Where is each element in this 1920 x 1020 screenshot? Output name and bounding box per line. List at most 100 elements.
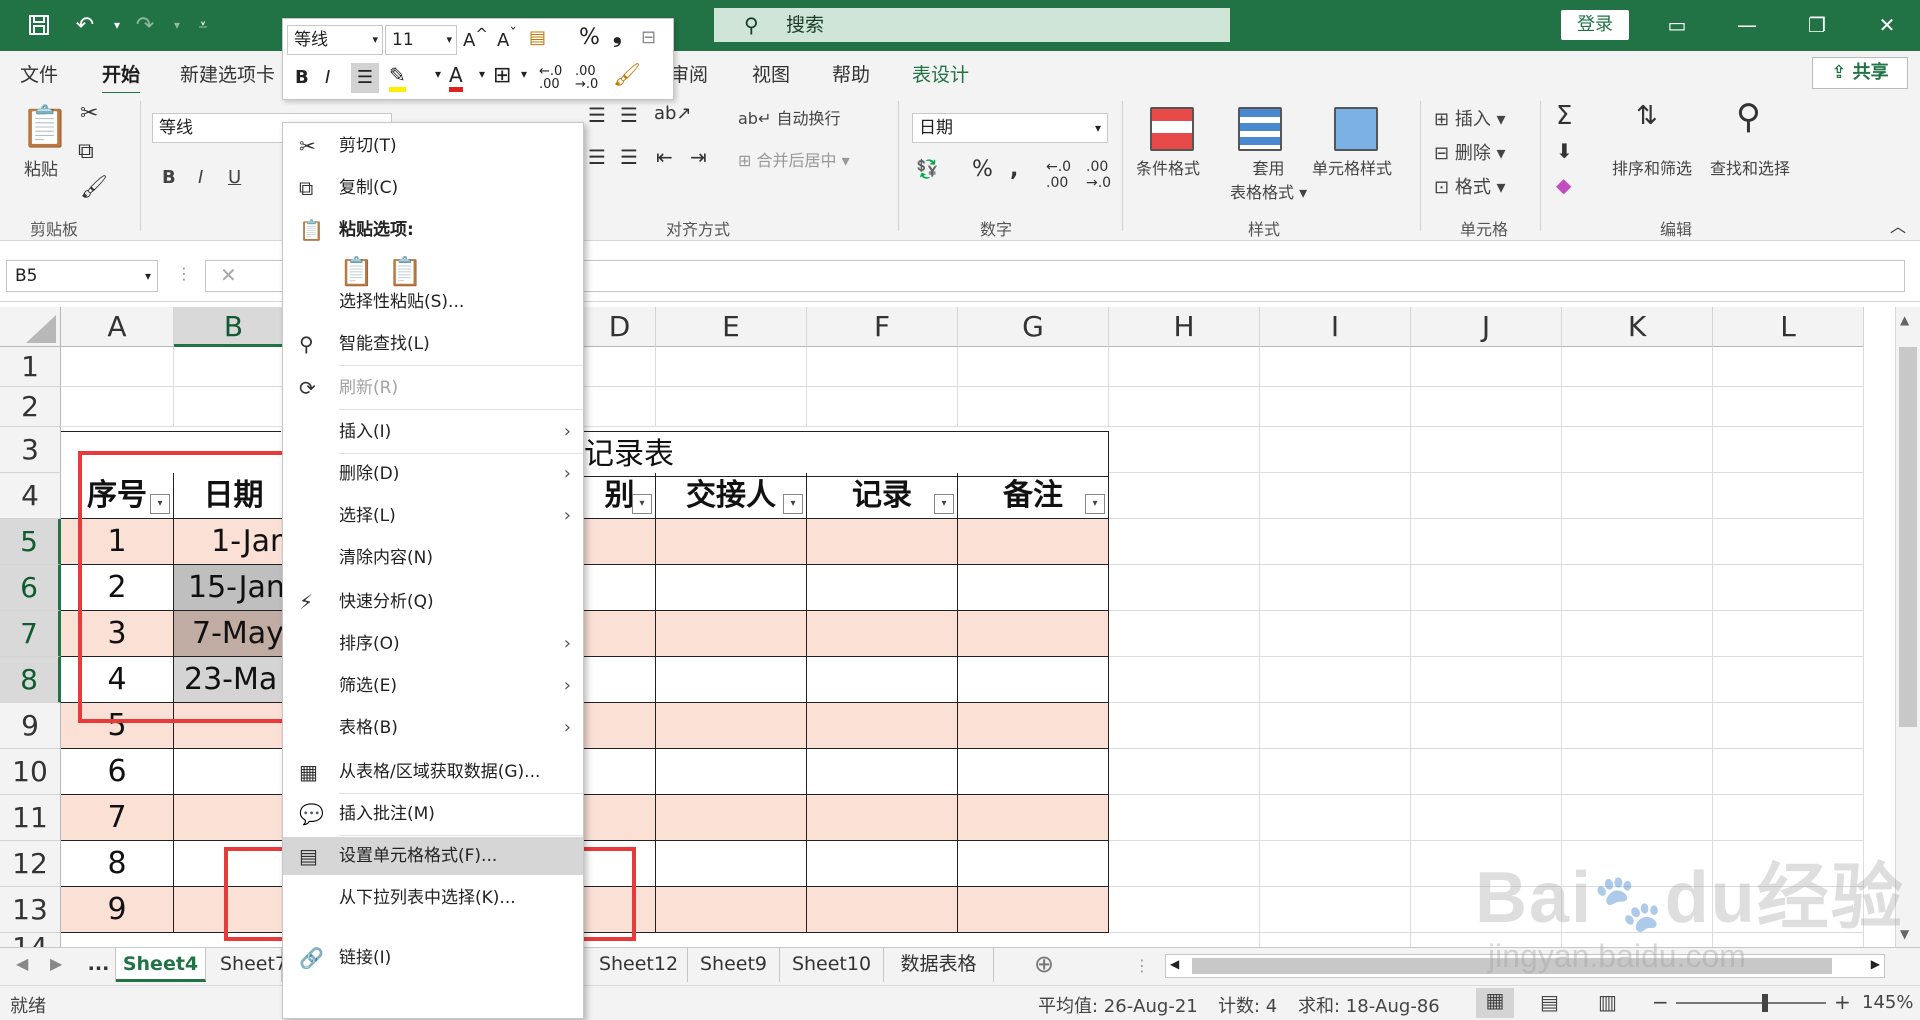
column-header-k[interactable]: K	[1562, 307, 1713, 347]
column-header-j[interactable]: J	[1411, 307, 1562, 347]
mini-center-align-icon[interactable]: ☰	[351, 63, 379, 93]
mini-font-box[interactable]: 等线 ▾	[287, 25, 383, 55]
cell[interactable]	[656, 347, 807, 387]
row-header[interactable]: 7	[0, 611, 61, 657]
handover-cell[interactable]	[656, 611, 807, 657]
cell[interactable]	[1260, 427, 1411, 473]
cell[interactable]	[1109, 887, 1260, 933]
row-header[interactable]: 5	[0, 519, 61, 565]
note-cell[interactable]	[958, 519, 1109, 565]
cell[interactable]	[1109, 657, 1260, 703]
cut-icon[interactable]: ✂	[80, 101, 98, 126]
redo-icon[interactable]: ↷	[128, 8, 162, 42]
cell[interactable]	[61, 347, 174, 387]
restore-icon[interactable]: ❐	[1792, 6, 1842, 44]
tab-view[interactable]: 视图	[752, 60, 790, 87]
tab-new[interactable]: 新建选项卡	[180, 60, 275, 87]
cell[interactable]	[656, 387, 807, 427]
cell[interactable]	[1713, 795, 1864, 841]
cell[interactable]	[1109, 387, 1260, 427]
handover-cell[interactable]	[656, 887, 807, 933]
shift-cell[interactable]	[584, 611, 656, 657]
cell[interactable]	[1411, 473, 1562, 519]
cell[interactable]	[1411, 427, 1562, 473]
next-sheet-icon[interactable]: ▶	[50, 954, 62, 973]
cell[interactable]	[1713, 611, 1864, 657]
clear-icon[interactable]: ◆	[1556, 173, 1571, 197]
shift-cell[interactable]	[584, 749, 656, 795]
menu-item[interactable]: 选择(L) ›	[283, 497, 583, 535]
comma-style-icon[interactable]: ,	[1010, 157, 1018, 182]
tab-file[interactable]: 文件	[20, 60, 58, 87]
cell[interactable]	[958, 347, 1109, 387]
menu-item[interactable]: 表格(B) ›	[283, 709, 583, 747]
header-record[interactable]: 记录 ▾	[807, 473, 958, 519]
cell[interactable]	[1562, 427, 1713, 473]
cell[interactable]	[1411, 347, 1562, 387]
menu-item[interactable]: ▦ 从表格/区域获取数据(G)...	[283, 753, 583, 791]
handover-cell[interactable]	[656, 703, 807, 749]
record-cell[interactable]	[807, 519, 958, 565]
cell[interactable]	[1562, 657, 1713, 703]
tab-home[interactable]: 开始	[102, 60, 141, 95]
paste-icon[interactable]: 📋	[20, 103, 70, 150]
undo-icon[interactable]: ↶	[68, 8, 102, 42]
menu-item[interactable]: 从下拉列表中选择(K)...	[283, 879, 583, 917]
minimize-icon[interactable]: —	[1722, 6, 1772, 44]
search-box[interactable]: ⚲ 搜索	[714, 8, 1230, 42]
accounting-icon[interactable]: ▤	[529, 27, 546, 48]
cell[interactable]	[1713, 387, 1864, 427]
column-header-h[interactable]: H	[1109, 307, 1260, 347]
close-icon[interactable]: ✕	[1862, 6, 1912, 44]
cell[interactable]	[174, 387, 294, 427]
shift-cell[interactable]	[584, 795, 656, 841]
tab-review[interactable]: 审阅	[670, 60, 708, 87]
zoom-out-icon[interactable]: −	[1652, 990, 1669, 1014]
italic-button[interactable]: I	[198, 167, 203, 188]
column-header-l[interactable]: L	[1713, 307, 1864, 347]
increase-decimal-icon[interactable]: ←.0.00	[539, 65, 562, 91]
cell[interactable]	[1260, 387, 1411, 427]
find-select-button[interactable]: 查找和选择	[1710, 155, 1790, 179]
add-sheet-icon[interactable]: ⊕	[1034, 950, 1054, 978]
row-header[interactable]: 2	[0, 387, 61, 427]
borders-icon[interactable]: ⊞	[493, 63, 511, 88]
date-cell[interactable]	[174, 749, 294, 795]
format-cells-button[interactable]: ⊡ 格式 ▾	[1434, 173, 1506, 199]
sheet-tab-sheet10[interactable]: Sheet10	[780, 948, 884, 982]
row-header[interactable]: 13	[0, 887, 61, 933]
column-header-a[interactable]: A	[61, 307, 174, 347]
cancel-icon[interactable]: ✕	[220, 263, 237, 287]
handover-cell[interactable]	[656, 795, 807, 841]
bold-button[interactable]: B	[162, 167, 176, 188]
align-top-icon[interactable]: ☰	[588, 103, 606, 127]
zoom-level[interactable]: 145%	[1862, 992, 1913, 1013]
grow-font-icon[interactable]: A^	[463, 25, 488, 51]
cell[interactable]	[1562, 347, 1713, 387]
mini-size-box[interactable]: 11 ▾	[385, 25, 457, 55]
note-cell[interactable]	[958, 611, 1109, 657]
merge-icon[interactable]: ⊟	[641, 27, 656, 48]
cell[interactable]	[1109, 473, 1260, 519]
cell[interactable]	[1260, 347, 1411, 387]
save-icon[interactable]	[22, 8, 56, 42]
cell[interactable]	[1260, 473, 1411, 519]
cell[interactable]	[1109, 933, 1260, 947]
row-header[interactable]: 14	[0, 933, 61, 947]
handover-cell[interactable]	[656, 565, 807, 611]
cell[interactable]	[1713, 427, 1864, 473]
cell[interactable]	[1562, 795, 1713, 841]
record-cell[interactable]	[807, 749, 958, 795]
scroll-left-icon[interactable]: ◀	[1170, 957, 1179, 971]
date-cell[interactable]	[174, 795, 294, 841]
percent-icon[interactable]: %	[972, 157, 993, 182]
cell[interactable]	[1562, 703, 1713, 749]
cell[interactable]	[1109, 565, 1260, 611]
format-as-table-button[interactable]: 套用 表格格式 ▾	[1230, 155, 1307, 203]
note-cell[interactable]	[958, 657, 1109, 703]
cell[interactable]	[1109, 427, 1260, 473]
menu-item[interactable]: 删除(D) ›	[283, 455, 583, 493]
page-break-icon[interactable]: ▥	[1598, 990, 1617, 1014]
cell[interactable]	[1109, 703, 1260, 749]
handover-cell[interactable]	[656, 749, 807, 795]
